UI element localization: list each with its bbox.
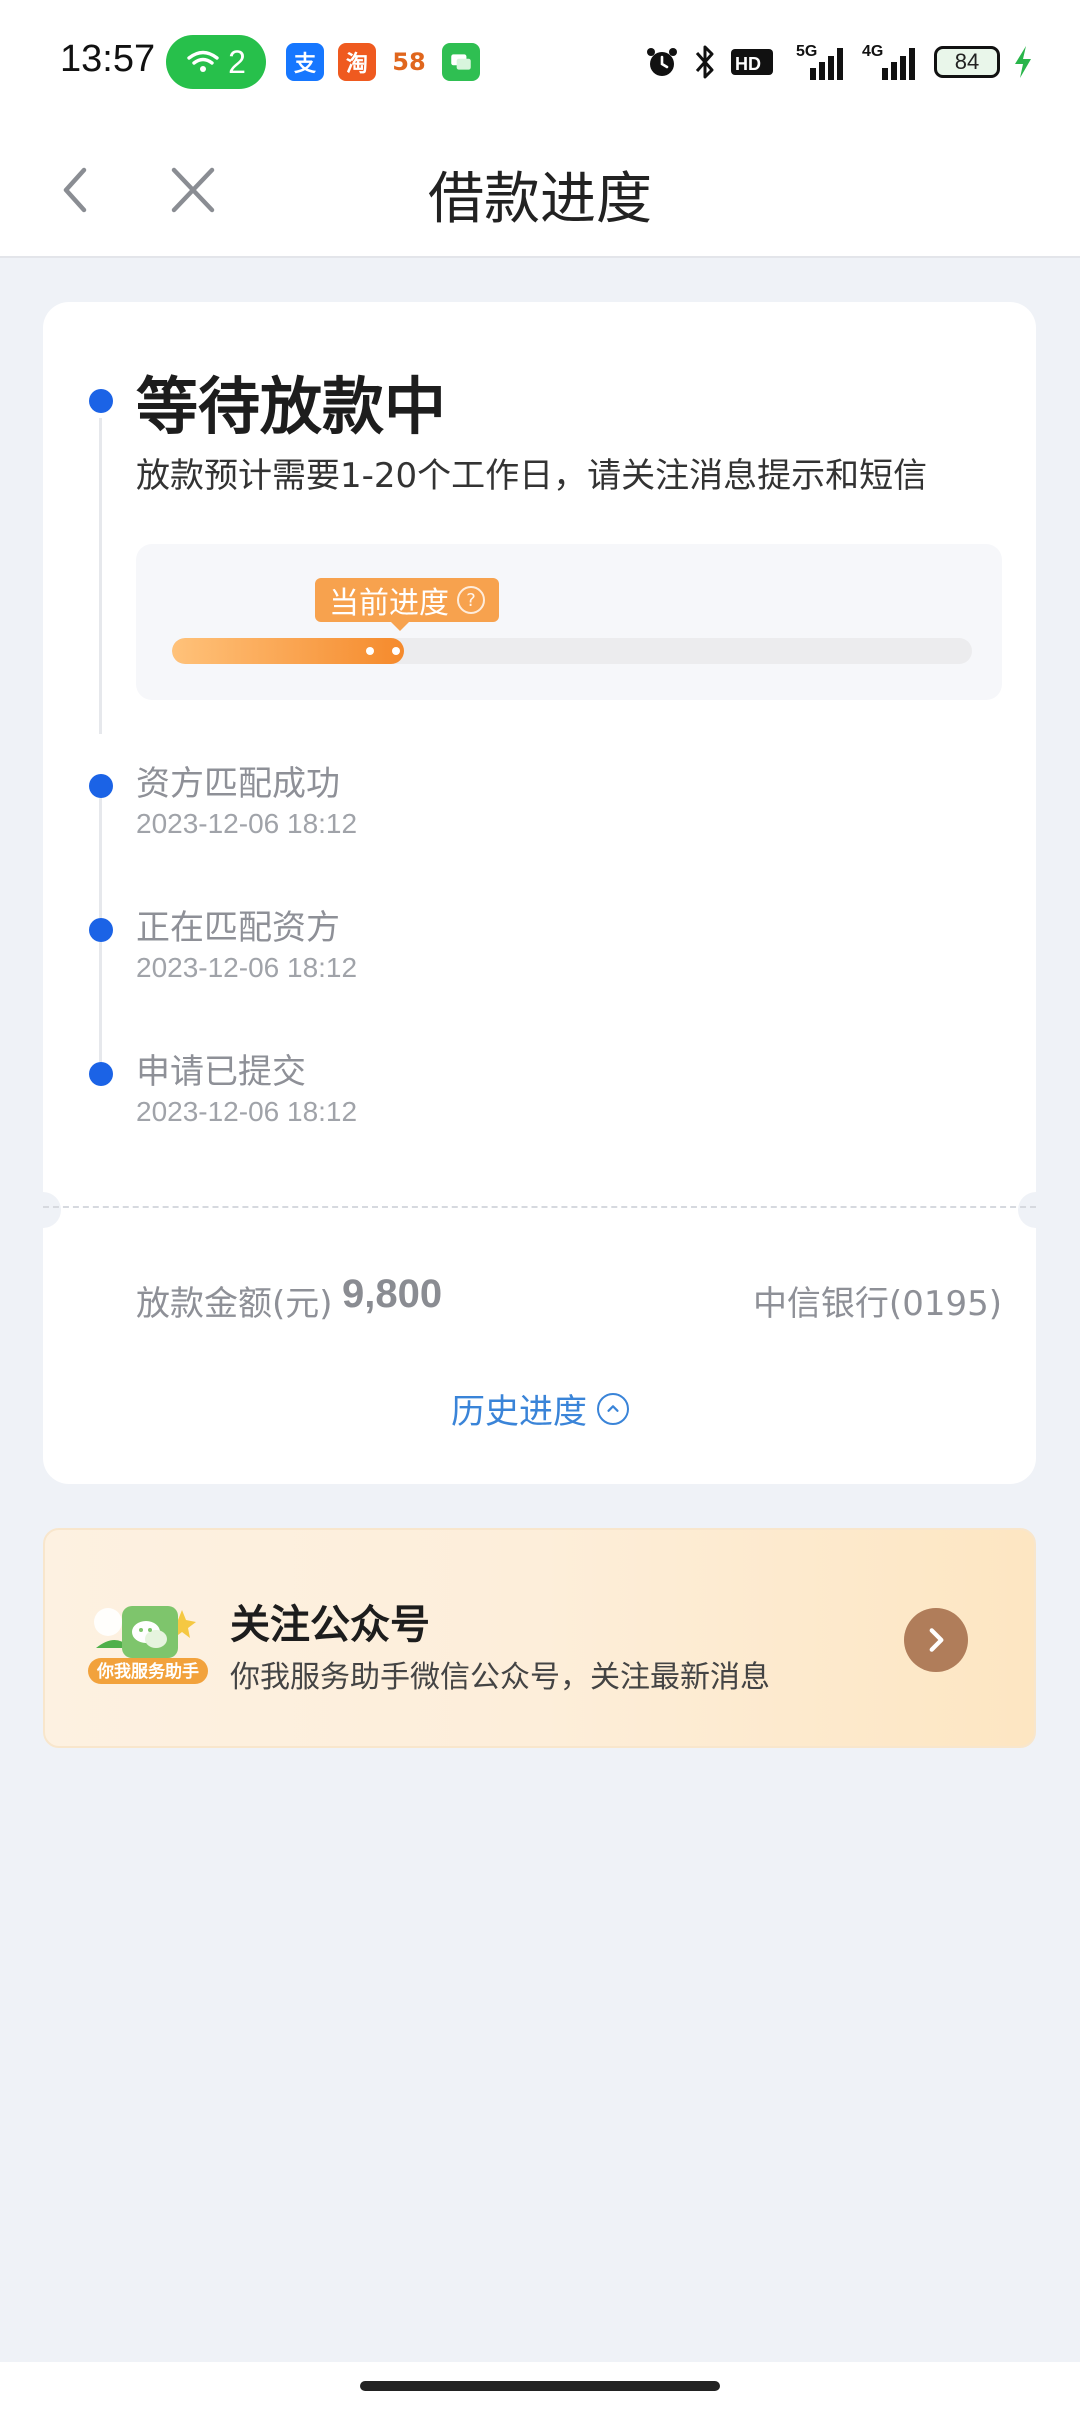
alipay-app-icon: 支	[286, 43, 324, 81]
signal-4g-icon: 4G	[862, 43, 915, 80]
nav-bar: 借款进度	[0, 124, 1080, 258]
history-progress-link[interactable]: 历史进度	[0, 1384, 1080, 1433]
progress-dot	[366, 647, 374, 655]
timeline-line	[99, 798, 102, 918]
status-right-group: HD 5G 4G 84	[644, 38, 1034, 86]
timeline-dot	[89, 774, 113, 798]
loan-amount-value: 9,800	[342, 1272, 443, 1316]
alarm-icon	[647, 48, 677, 76]
hotspot-indicator: 2	[166, 35, 266, 89]
signal-4g-label: 4G	[862, 43, 883, 60]
timeline-step-title: 资方匹配成功	[136, 764, 340, 804]
progress-bar-fill	[172, 638, 404, 664]
timeline-dot	[89, 1062, 113, 1086]
progress-panel	[136, 544, 1002, 700]
timeline-step-time: 2023-12-06 18:12	[136, 1096, 358, 1127]
status-bar: 13:57 2 支 淘 58 HD 5G 4G 84	[0, 0, 1080, 124]
timeline-step-time: 2023-12-06 18:12	[136, 952, 358, 983]
progress-dot	[392, 647, 400, 655]
timeline-dot-current	[89, 389, 113, 413]
chevron-up-icon	[597, 1392, 629, 1425]
current-progress-tooltip[interactable]: 当前进度 ?	[315, 578, 499, 622]
taobao-app-icon: 淘	[338, 43, 376, 81]
promo-subtitle: 你我服务助手微信公众号，关注最新消息	[230, 1660, 770, 1695]
page-title: 借款进度	[428, 167, 652, 232]
timeline-line	[99, 942, 102, 1062]
battery-indicator: 84	[934, 46, 1000, 78]
app-58-icon: 58	[390, 43, 428, 81]
current-status-description: 放款预计需要1-20个工作日，请关注消息提示和短信	[136, 456, 928, 496]
progress-bar	[172, 638, 972, 664]
hotspot-count: 2	[228, 43, 246, 80]
hotspot-icon	[187, 50, 219, 72]
timeline-dot	[89, 918, 113, 942]
message-app-icon	[442, 43, 480, 81]
timeline-step-title: 正在匹配资方	[136, 908, 340, 948]
promo-badge: 你我服务助手	[96, 1661, 199, 1682]
loan-amount-label: 放款金额(元)	[136, 1284, 333, 1324]
current-status-title: 等待放款中	[136, 370, 447, 443]
ticket-divider	[43, 1206, 1036, 1208]
home-gesture-handle[interactable]	[360, 2381, 720, 2391]
promo-go-button[interactable]	[904, 1608, 968, 1672]
charging-icon	[1015, 46, 1031, 78]
current-progress-label: 当前进度	[329, 586, 449, 621]
bluetooth-icon	[695, 45, 714, 79]
svg-text:HD: HD	[735, 54, 761, 74]
signal-5g-icon: 5G	[796, 43, 843, 80]
signal-5g-label: 5G	[796, 43, 817, 60]
promo-title: 关注公众号	[230, 1602, 430, 1648]
history-progress-label: 历史进度	[451, 1392, 587, 1432]
wechat-assistant-icon: 你我服务助手	[88, 1606, 208, 1684]
help-icon[interactable]: ?	[457, 586, 485, 614]
tooltip-arrow	[390, 621, 410, 631]
hd-icon: HD	[731, 49, 773, 75]
ticket-notch-right	[1018, 1192, 1054, 1228]
ticket-notch-left	[25, 1192, 61, 1228]
timeline-line	[99, 418, 102, 734]
timeline-step-time: 2023-12-06 18:12	[136, 808, 358, 839]
status-time: 13:57	[60, 38, 156, 80]
chevron-right-icon	[929, 1628, 944, 1652]
bank-account: 中信银行(0195)	[752, 1284, 1002, 1324]
timeline-step-title: 申请已提交	[136, 1052, 306, 1092]
